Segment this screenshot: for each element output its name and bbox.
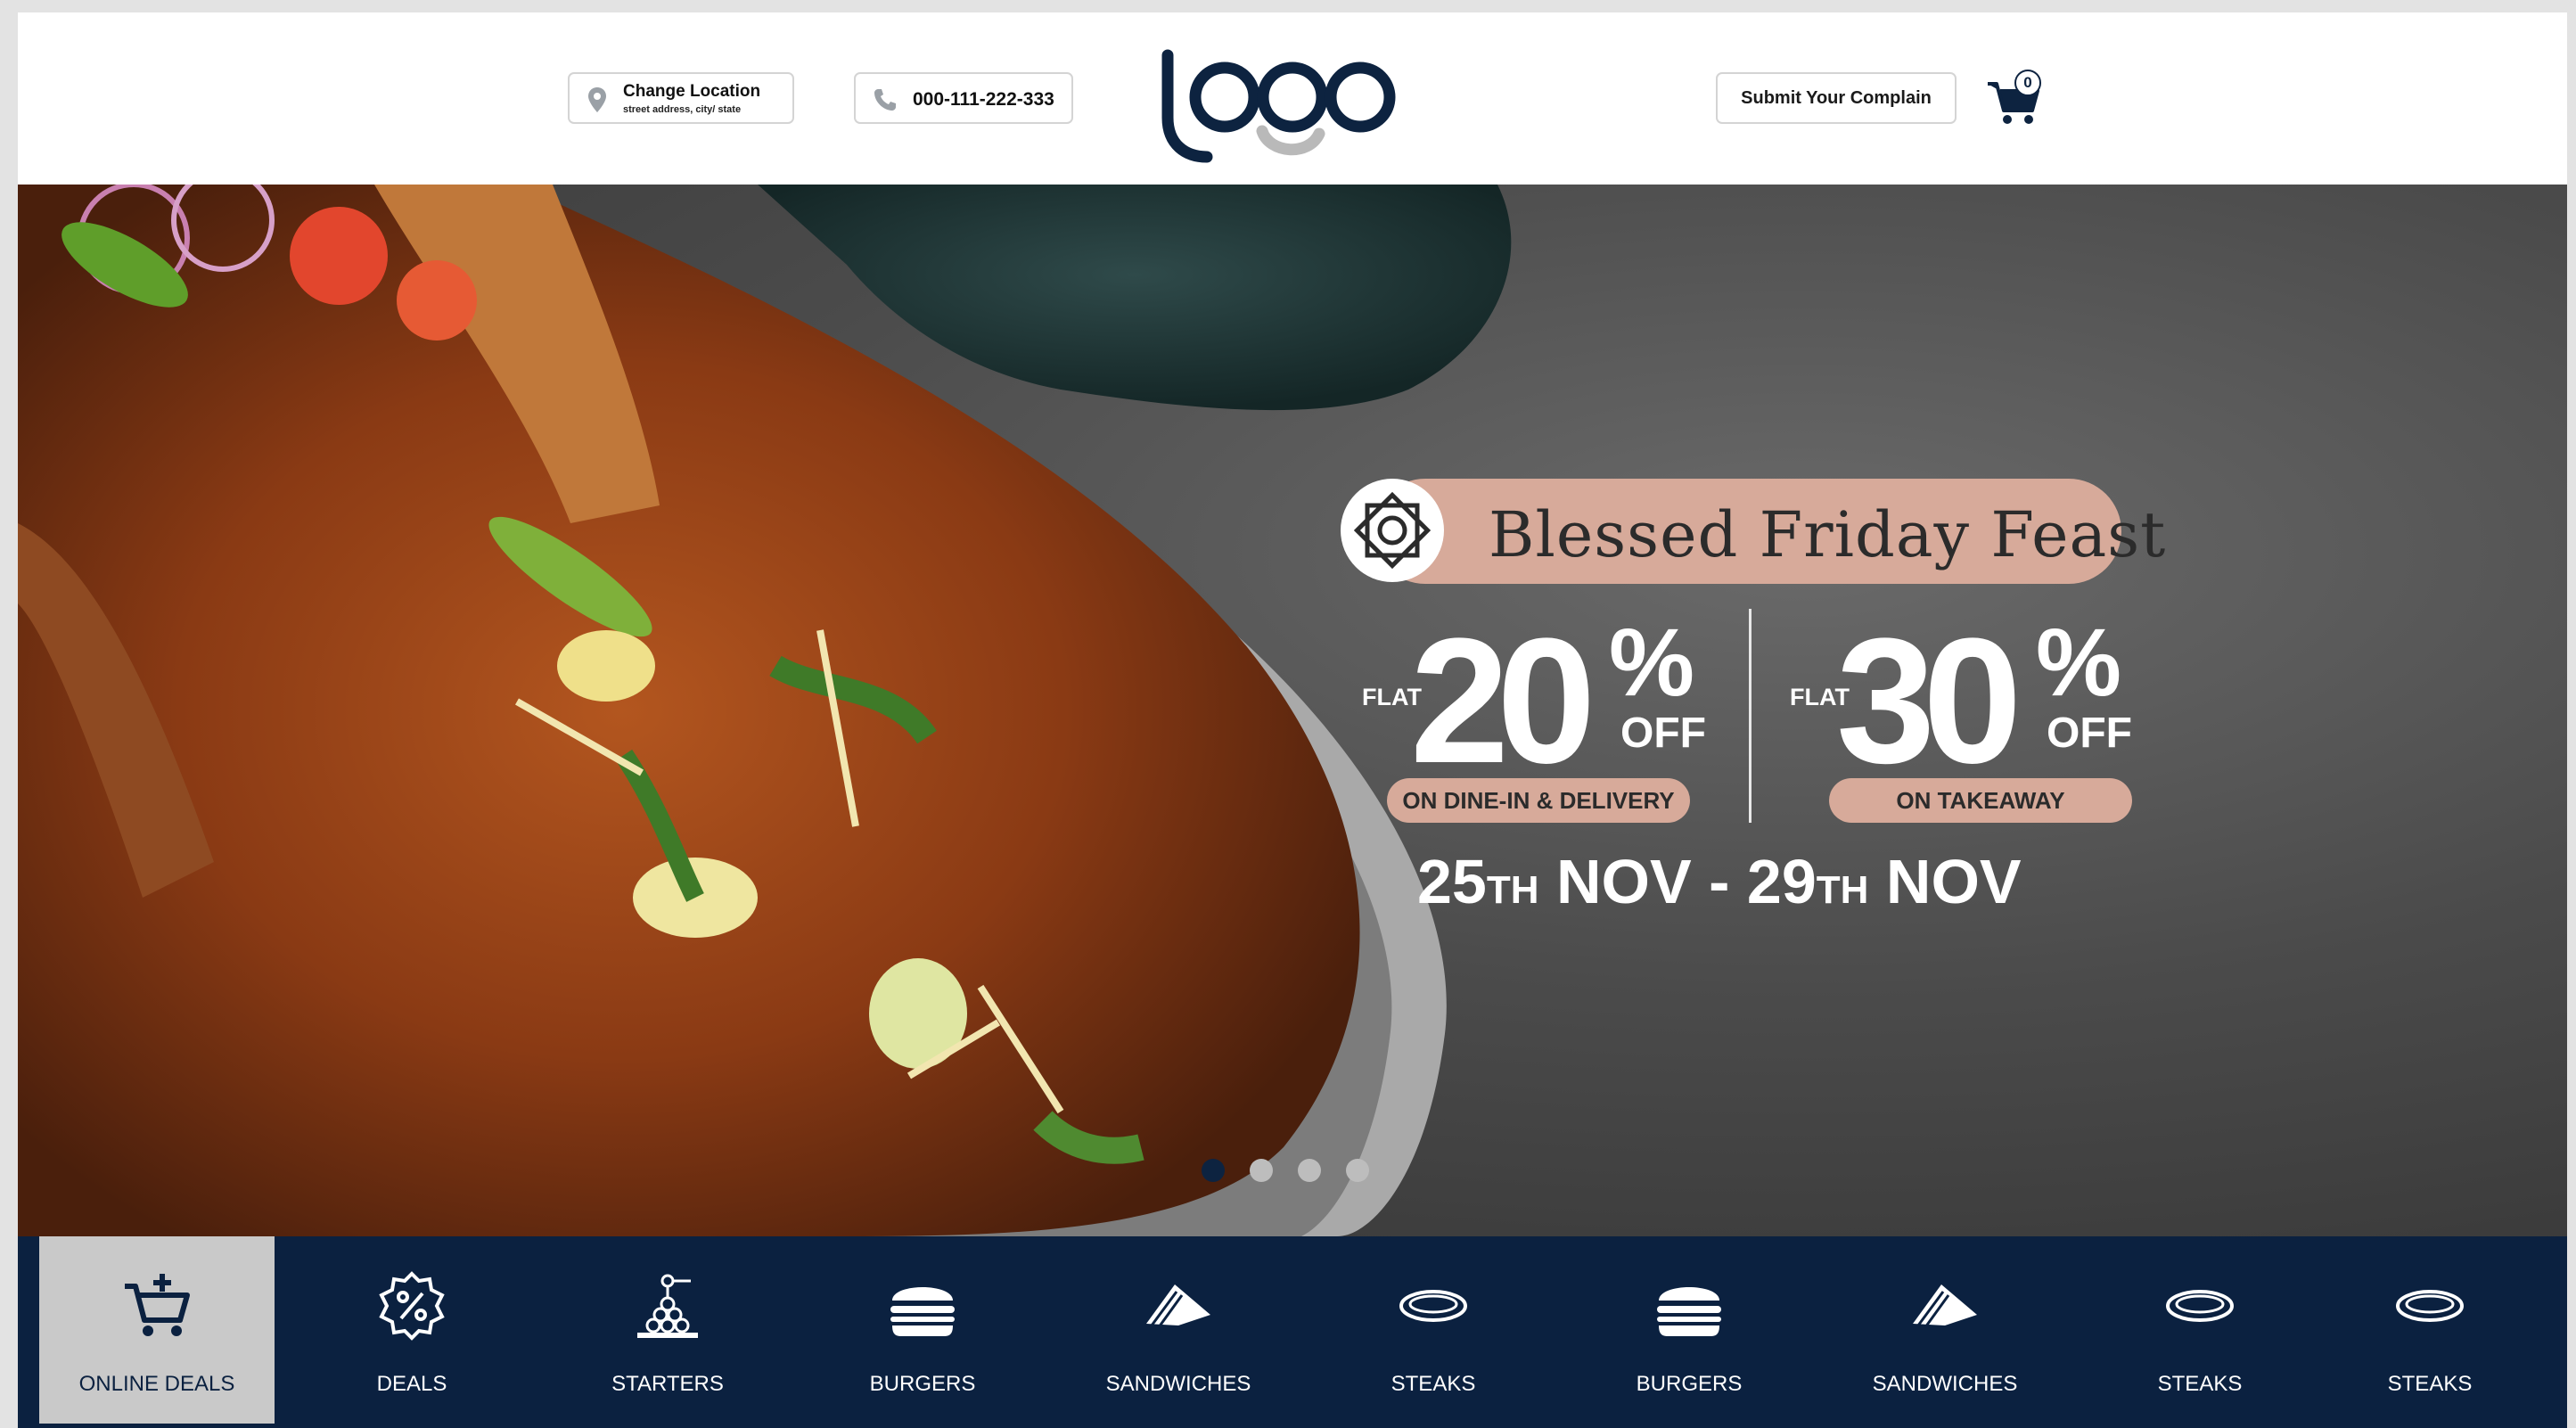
date-end-suffix: TH [1816, 868, 1869, 912]
category-label: BURGERS [869, 1372, 976, 1396]
category-online-deals[interactable]: ONLINE DEALS [39, 1236, 275, 1424]
carousel-dot-4[interactable] [1346, 1159, 1369, 1182]
offer2-value: 30 [1836, 602, 2022, 800]
submit-complain-button[interactable]: Submit Your Complain [1716, 72, 1957, 124]
steak-icon [2396, 1290, 2464, 1322]
category-burgers[interactable]: BURGERS [1571, 1236, 1807, 1424]
category-label: STEAKS [2157, 1372, 2243, 1396]
sandwich-icon [1913, 1284, 1977, 1328]
offer1-off: OFF [1620, 710, 1706, 757]
hero-banner: Blessed Friday Feast FLAT 20 % OFF ON DI… [18, 185, 2567, 1236]
starters-icon [637, 1274, 698, 1338]
page: Change Location street address, city/ st… [18, 12, 2567, 1428]
date-end-month: NOV [1885, 847, 2022, 916]
steak-icon [1399, 1290, 1467, 1322]
date-start-month: NOV [1555, 847, 1692, 916]
category-label: STEAKS [1391, 1372, 1476, 1396]
brand-logo[interactable] [1150, 39, 1426, 168]
phone-button[interactable]: 000-111-222-333 [854, 72, 1073, 124]
category-label: DEALS [376, 1372, 447, 1396]
category-sandwiches[interactable]: SANDWICHES [1061, 1236, 1296, 1424]
category-label: SANDWICHES [1105, 1372, 1251, 1396]
category-label: STEAKS [2387, 1372, 2473, 1396]
offer1-label: ON DINE-IN & DELIVERY [1387, 778, 1690, 823]
location-pin-icon [588, 87, 606, 112]
category-label: ONLINE DEALS [78, 1372, 235, 1396]
carousel-dot-2[interactable] [1250, 1159, 1273, 1182]
burger-icon [890, 1287, 955, 1336]
location-subtitle: street address, city/ state [623, 104, 742, 115]
carousel-dot-3[interactable] [1298, 1159, 1321, 1182]
carousel-dots [1202, 1159, 1369, 1182]
offer2-off: OFF [2047, 710, 2132, 757]
phone-number: 000-111-222-333 [913, 89, 1054, 110]
offer2-percent: % [2036, 608, 2122, 716]
cart-count-badge: 0 [2014, 70, 2041, 96]
category-starters[interactable]: STARTERS [550, 1236, 785, 1424]
category-burgers[interactable]: BURGERS [805, 1236, 1040, 1424]
date-start-suffix: TH [1486, 868, 1539, 912]
phone-icon [874, 89, 896, 111]
date-start-day: 25 [1417, 847, 1487, 916]
ornament-badge-icon [1341, 479, 1444, 582]
carousel-dot-1[interactable] [1202, 1159, 1225, 1182]
category-sandwiches[interactable]: SANDWICHES [1827, 1236, 2063, 1424]
category-nav: ONLINE DEALS DEALS STARTERS BURGERS SAND… [18, 1236, 2567, 1428]
discount-badge-icon [379, 1271, 445, 1341]
category-label: SANDWICHES [1872, 1372, 2018, 1396]
site-header: Change Location street address, city/ st… [18, 12, 2567, 185]
category-label: BURGERS [1636, 1372, 1743, 1396]
category-label: STARTERS [611, 1372, 724, 1396]
category-steaks[interactable]: STEAKS [2082, 1236, 2318, 1424]
location-title: Change Location [623, 82, 761, 101]
sandwich-icon [1146, 1284, 1210, 1328]
offer-divider [1749, 609, 1752, 823]
burger-icon [1657, 1287, 1721, 1336]
category-steaks[interactable]: STEAKS [1316, 1236, 1551, 1424]
category-deals[interactable]: DEALS [294, 1236, 529, 1424]
date-separator: - [1709, 847, 1730, 916]
promo-overlay: Blessed Friday Feast FLAT 20 % OFF ON DI… [1337, 185, 2165, 1236]
promo-title: Blessed Friday Feast [1489, 498, 2167, 571]
change-location-button[interactable]: Change Location street address, city/ st… [568, 72, 794, 124]
date-end-day: 29 [1746, 847, 1817, 916]
food-platter-image [18, 185, 1512, 1236]
offer1-value: 20 [1410, 602, 1596, 800]
cart-plus-icon [125, 1274, 190, 1336]
offer1-percent: % [1609, 608, 1695, 716]
steak-icon [2166, 1290, 2234, 1322]
promo-dates: 25TH NOV - 29TH NOV [1417, 846, 2022, 917]
offer2-label: ON TAKEAWAY [1829, 778, 2132, 823]
category-steaks[interactable]: STEAKS [2312, 1236, 2547, 1424]
